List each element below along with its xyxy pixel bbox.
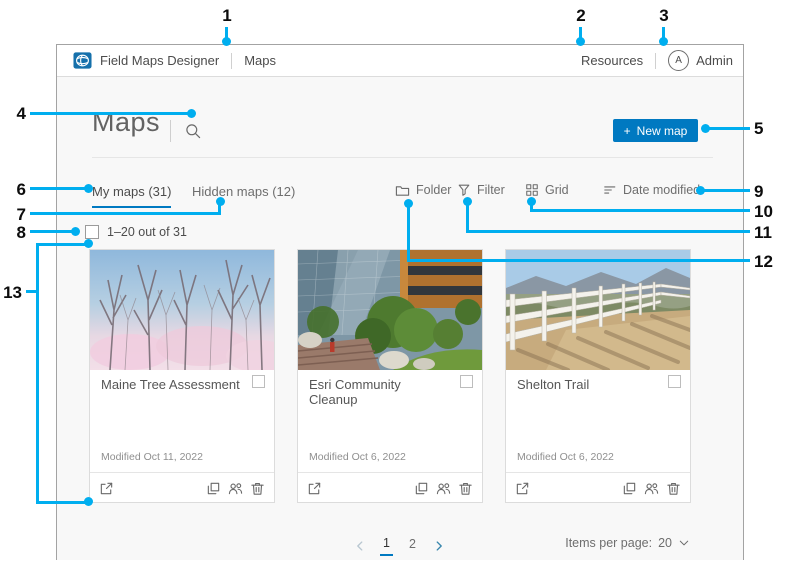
new-map-label: New map: [637, 124, 688, 138]
open-map-icon[interactable]: [307, 481, 322, 496]
prev-page-icon[interactable]: [353, 539, 367, 553]
page-title: Maps: [92, 107, 160, 138]
delete-icon[interactable]: [666, 481, 681, 496]
map-card-checkbox[interactable]: [460, 375, 473, 388]
filter-button[interactable]: Filter: [457, 181, 505, 199]
sort-button[interactable]: Date modified: [603, 181, 700, 199]
nav-resources[interactable]: Resources: [581, 53, 643, 68]
map-thumbnail-campus[interactable]: [298, 250, 482, 370]
delete-icon[interactable]: [458, 481, 473, 496]
folder-button[interactable]: Folder: [395, 181, 451, 199]
tab-hidden-maps[interactable]: Hidden maps (12): [192, 184, 295, 206]
selection-count-label: 1–20 out of 31: [107, 225, 187, 239]
grid-icon: [525, 183, 539, 197]
duplicate-icon[interactable]: [206, 481, 221, 496]
items-per-page-value: 20: [658, 536, 672, 550]
pagination: 1 2: [353, 535, 446, 556]
map-card-checkbox[interactable]: [668, 375, 681, 388]
delete-icon[interactable]: [250, 481, 265, 496]
open-map-icon[interactable]: [515, 481, 530, 496]
avatar[interactable]: A: [668, 50, 689, 71]
page-number-1[interactable]: 1: [380, 535, 393, 556]
filter-icon: [457, 183, 471, 197]
page-body: Maps + New map My maps (31) Hidden maps …: [57, 77, 743, 560]
title-row-divider: [92, 157, 713, 158]
app-title: Field Maps Designer: [100, 53, 219, 68]
grid-label: Grid: [545, 183, 569, 197]
screenshot-canvas: Field Maps Designer Maps Resources A Adm…: [0, 0, 804, 562]
map-card-checkbox[interactable]: [252, 375, 265, 388]
map-card: Maine Tree Assessment Modified Oct 11, 2…: [89, 249, 275, 503]
map-card: Esri Community Cleanup Modified Oct 6, 2…: [297, 249, 483, 503]
plus-icon: +: [624, 124, 631, 138]
grid-view-button[interactable]: Grid: [525, 181, 569, 199]
card-action-bar: [298, 473, 482, 504]
filter-label: Filter: [477, 183, 505, 197]
duplicate-icon[interactable]: [622, 481, 637, 496]
header-divider-2: [655, 53, 656, 69]
map-thumbnail-trail[interactable]: [506, 250, 690, 370]
app-window: Field Maps Designer Maps Resources A Adm…: [56, 44, 744, 560]
tab-my-maps[interactable]: My maps (31): [92, 184, 171, 208]
duplicate-icon[interactable]: [414, 481, 429, 496]
map-card-title[interactable]: Esri Community Cleanup: [309, 377, 450, 407]
map-card-title[interactable]: Shelton Trail: [517, 377, 658, 392]
chevron-down-icon: [678, 537, 690, 549]
search-icon[interactable]: [185, 123, 201, 139]
select-all-checkbox[interactable]: [85, 225, 99, 239]
new-map-button[interactable]: + New map: [613, 119, 698, 142]
items-per-page-label: Items per page:: [565, 536, 652, 550]
map-card-modified: Modified Oct 6, 2022: [309, 451, 406, 463]
selection-row: 1–20 out of 31: [85, 225, 187, 239]
esri-logo-icon: [73, 51, 92, 70]
map-card-title[interactable]: Maine Tree Assessment: [101, 377, 242, 392]
map-thumbnail-trees[interactable]: [90, 250, 274, 370]
share-group-icon[interactable]: [228, 481, 243, 496]
map-card-modified: Modified Oct 6, 2022: [517, 451, 614, 463]
map-card-modified: Modified Oct 11, 2022: [101, 451, 203, 463]
open-map-icon[interactable]: [99, 481, 114, 496]
share-group-icon[interactable]: [436, 481, 451, 496]
folder-icon: [395, 183, 410, 198]
folder-label: Folder: [416, 183, 451, 197]
sort-icon: [603, 183, 617, 197]
header-divider: [231, 53, 232, 69]
username-menu[interactable]: Admin: [696, 53, 733, 68]
sort-label: Date modified: [623, 183, 700, 197]
page-number-2[interactable]: 2: [406, 536, 419, 555]
next-page-icon[interactable]: [432, 539, 446, 553]
app-header: Field Maps Designer Maps Resources A Adm…: [57, 45, 743, 77]
nav-maps[interactable]: Maps: [244, 53, 276, 68]
map-card: Shelton Trail Modified Oct 6, 2022: [505, 249, 691, 503]
title-divider: [170, 120, 171, 142]
card-action-bar: [506, 473, 690, 504]
card-action-bar: [90, 473, 274, 504]
share-group-icon[interactable]: [644, 481, 659, 496]
items-per-page-select[interactable]: Items per page: 20: [565, 536, 690, 550]
